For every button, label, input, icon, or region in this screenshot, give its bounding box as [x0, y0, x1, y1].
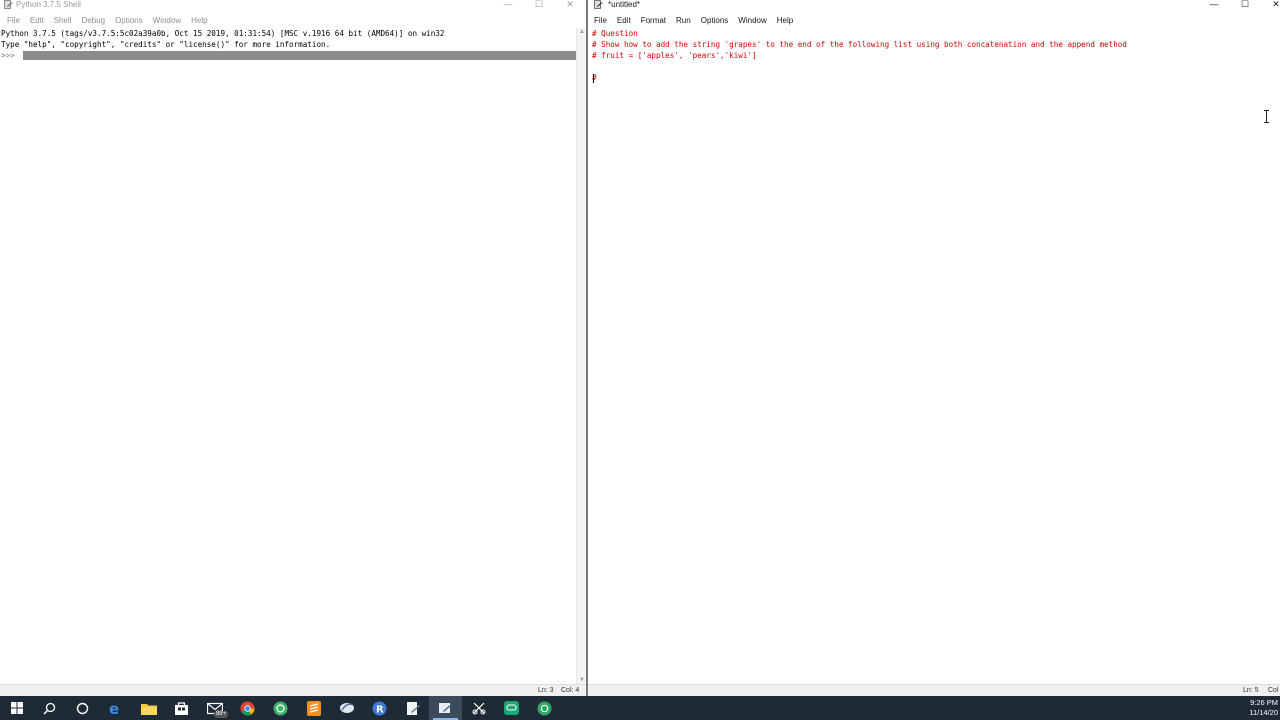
shell-input-highlight[interactable] [23, 51, 576, 60]
desktop: Python 3.7.5 Shell — ☐ ✕ File Edit Shell… [0, 0, 1280, 720]
editor-vertical-scrollbar[interactable] [1270, 28, 1280, 684]
editor-status-col: Col [1268, 687, 1279, 694]
taskbar-python-file[interactable] [396, 696, 429, 720]
taskbar-chrome[interactable] [231, 696, 264, 720]
shell-menu-file[interactable]: File [2, 15, 25, 27]
svg-text:R: R [376, 704, 384, 715]
store-icon [175, 701, 188, 715]
taskbar-mail[interactable]: 99+ [198, 696, 231, 720]
editor-window-title: *untitled* [608, 0, 641, 9]
taskbar-clock[interactable]: 9:26 PM 11/14/20 [1249, 696, 1278, 720]
editor-minimize-button[interactable]: — [1207, 0, 1221, 9]
shell-menu-help[interactable]: Help [186, 15, 212, 27]
editor-menu-edit[interactable]: Edit [612, 15, 636, 27]
python-file-icon [406, 701, 420, 715]
chat-app-icon [504, 701, 519, 715]
editor-statusbar: Ln: 5 Col [588, 684, 1280, 696]
green-app-icon [273, 701, 288, 715]
svg-text:e: e [109, 701, 119, 716]
python-idle-icon [439, 703, 452, 713]
cortana-button[interactable] [66, 696, 99, 720]
editor-close-button[interactable]: ✕ [1269, 0, 1280, 9]
shell-text-area[interactable]: Python 3.7.5 (tags/v3.7.5:5c02a39a0b, Oc… [0, 28, 576, 684]
shell-menu-shell[interactable]: Shell [49, 15, 77, 27]
shell-prompt: >>> [1, 51, 20, 60]
editor-menu-file[interactable]: File [589, 15, 612, 27]
shell-minimize-button[interactable]: — [501, 0, 515, 9]
cortana-circle-icon [76, 702, 89, 714]
taskbar-python[interactable] [330, 696, 363, 720]
editor-menu-help[interactable]: Help [772, 15, 798, 27]
python-idle-icon [4, 0, 13, 9]
taskbar-edge[interactable]: e [99, 696, 132, 720]
text-cursor [592, 73, 594, 83]
taskbar-file-explorer[interactable] [132, 696, 165, 720]
scroll-up-icon[interactable]: ▲ [577, 28, 586, 36]
shell-window-title: Python 3.7.5 Shell [16, 0, 81, 9]
taskbar-store[interactable] [165, 696, 198, 720]
shell-prompt-line[interactable]: >>> [0, 50, 576, 61]
mail-badge: 99+ [213, 711, 228, 718]
taskbar-idle-active[interactable] [429, 696, 462, 720]
scroll-down-icon[interactable]: ▼ [577, 676, 586, 684]
editor-menu-run[interactable]: Run [671, 15, 696, 27]
python-shell-window: Python 3.7.5 Shell — ☐ ✕ File Edit Shell… [0, 0, 586, 696]
taskbar-snipping[interactable] [462, 696, 495, 720]
shell-vertical-scrollbar[interactable]: ▲ ▼ [576, 28, 586, 684]
taskbar-search-button[interactable] [33, 696, 66, 720]
editor-text-area[interactable]: # Question # Show how to add the string … [591, 28, 1270, 684]
code-line-2: # Show how to add the string 'grapes' to… [592, 40, 1127, 49]
file-explorer-icon [140, 703, 157, 715]
clock-date: 11/14/20 [1249, 708, 1278, 717]
r-language-icon: R [372, 701, 387, 715]
chrome-icon [240, 701, 255, 716]
edge-browser-icon: e [109, 701, 119, 716]
editor-status-line: Ln: 5 [1243, 687, 1259, 694]
shell-menu-options[interactable]: Options [110, 15, 148, 27]
taskbar-sublime[interactable] [297, 696, 330, 720]
shell-banner-line: Python 3.7.5 (tags/v3.7.5:5c02a39a0b, Oc… [1, 29, 445, 38]
clock-time: 9:26 PM [1250, 698, 1278, 707]
python-feather-icon [339, 703, 354, 713]
code-line-1: # Question [592, 29, 638, 38]
taskbar-chat-app[interactable] [495, 696, 528, 720]
mouse-ibeam-cursor-icon [1264, 110, 1269, 123]
shell-close-button[interactable]: ✕ [563, 0, 577, 9]
shell-menu-window[interactable]: Window [148, 15, 186, 27]
snipping-tool-icon [472, 702, 485, 715]
shell-menu-debug[interactable]: Debug [76, 15, 110, 27]
start-button[interactable] [0, 696, 33, 720]
shell-titlebar[interactable]: Python 3.7.5 Shell — ☐ ✕ [0, 0, 586, 14]
shell-menu-edit[interactable]: Edit [25, 15, 49, 27]
windows-start-icon [10, 702, 23, 714]
untitled-editor-window: *untitled* — ☐ ✕ File Edit Format Run Op… [586, 0, 1280, 696]
python-idle-icon [594, 0, 603, 9]
shell-info-line: Type "help", "copyright", "credits" or "… [1, 40, 331, 49]
windows-taskbar: e 99+ R 9:26 PM 11/14/20 [0, 696, 1280, 720]
shell-status-col: Col: 4 [561, 687, 580, 694]
shell-statusbar: Ln: 3 Col: 4 [0, 684, 586, 696]
green-circle-app-icon [537, 701, 552, 715]
search-icon [43, 702, 56, 715]
taskbar-r[interactable]: R [363, 696, 396, 720]
shell-status-line: Ln: 3 [538, 687, 554, 694]
editor-menu-format[interactable]: Format [636, 15, 671, 27]
editor-titlebar[interactable]: *untitled* — ☐ ✕ [588, 0, 1280, 14]
code-line-5-wrap: # [591, 72, 1270, 83]
editor-maximize-button[interactable]: ☐ [1238, 0, 1252, 9]
editor-menu-options[interactable]: Options [696, 15, 734, 27]
taskbar-green-circle-app[interactable] [528, 696, 561, 720]
shell-menubar: File Edit Shell Debug Options Window Hel… [0, 14, 586, 28]
taskbar-green-app[interactable] [264, 696, 297, 720]
code-line-3: # fruit = ['apples', 'pears','kiwi'] [592, 51, 757, 60]
editor-menu-window[interactable]: Window [733, 15, 771, 27]
shell-maximize-button[interactable]: ☐ [532, 0, 546, 9]
editor-menubar: File Edit Format Run Options Window Help [588, 14, 1280, 28]
sublime-text-icon [306, 700, 321, 716]
